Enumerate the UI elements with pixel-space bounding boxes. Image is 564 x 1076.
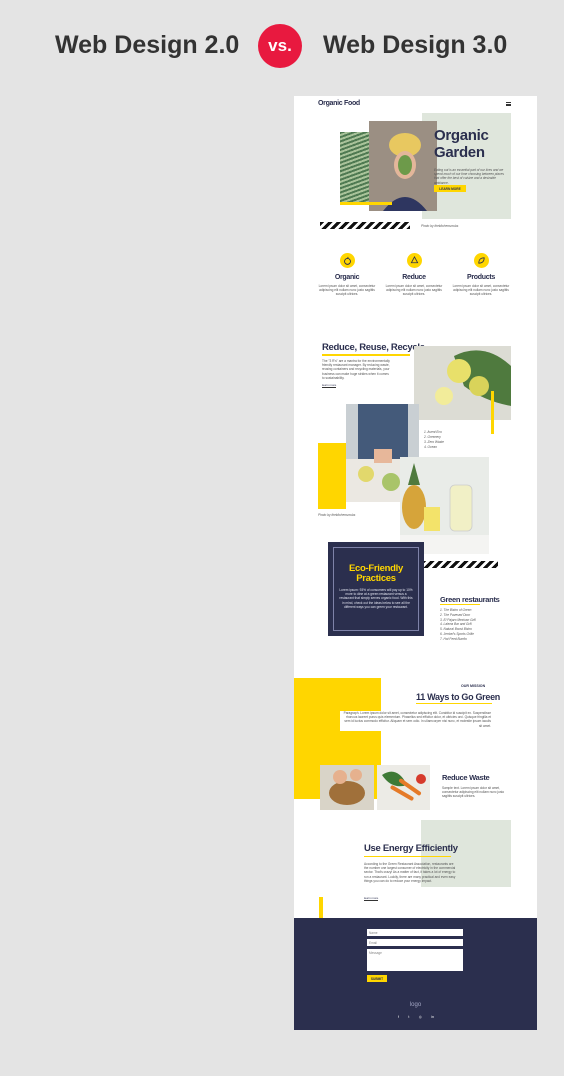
brand-logo[interactable]: Organic Food <box>318 100 360 107</box>
bread-basket-image <box>320 765 374 810</box>
mission-text: Paragraph. Lorem ipsum dolor sit amet, c… <box>343 711 491 728</box>
rrr-text: The "3 R's" are a mantra for the environ… <box>322 359 390 380</box>
pineapple-lemonade-image <box>400 457 489 554</box>
feature-text: Lorem ipsum dolor sit amet, consectetur … <box>452 284 510 297</box>
rrr-photo-credit[interactable]: Photo by thekitchenscrubs <box>318 513 355 517</box>
eco-text: Lorem ipsum: 93% of consumers will pay u… <box>339 588 413 609</box>
rrr-yellow-block <box>318 443 346 509</box>
rrr-learn-more-link[interactable]: learn more <box>322 383 337 388</box>
energy-underline <box>364 856 451 858</box>
vegetables-image <box>377 765 430 810</box>
hero-photo-credit[interactable]: Photo by thekitchenscrubs <box>421 224 458 228</box>
reduce-waste-title: Reduce Waste <box>442 773 490 782</box>
rrr-list: 1. Avent Eco 2. Greenery 3. Zero Waste 4. O… <box>424 430 444 449</box>
feature-title: Products <box>467 274 495 281</box>
feature-text: Lorem ipsum dolor sit amet, consectetur … <box>385 284 443 297</box>
eco-title: Eco-Friendly Practices <box>349 563 403 584</box>
name-input[interactable]: Name <box>367 929 463 936</box>
instagram-icon[interactable]: ◎ <box>419 1015 422 1019</box>
feature-organic: Organic Lorem ipsum dolor sit amet, cons… <box>317 253 377 297</box>
rrr-stripe-bar <box>422 561 498 568</box>
message-textarea[interactable]: Message <box>367 949 463 971</box>
energy-learn-more-link[interactable]: learn more <box>364 896 379 901</box>
energy-text: According to the Green Restaurant Associ… <box>364 862 456 883</box>
right-title: Web Design 3.0 <box>323 31 508 59</box>
hero-stripe-bar <box>320 222 410 229</box>
footer-logo[interactable]: logo <box>294 1002 537 1008</box>
feature-title: Reduce <box>402 274 426 281</box>
eco-card: Eco-Friendly Practices Lorem ipsum: 93% o… <box>328 542 424 636</box>
mission-title: 11 Ways to Go Green <box>416 692 500 702</box>
rrr-title: Reduce, Reuse, Recycle <box>322 342 425 353</box>
mission-label: OUR MISSION <box>461 684 486 688</box>
web-page-mockup: Organic Food Organic Garden Eating out is… <box>294 96 537 1030</box>
feature-text: Lorem ipsum dolor sit amet, consectetur … <box>318 284 376 297</box>
mission-underline <box>416 703 492 705</box>
lemons-image <box>414 346 511 420</box>
facebook-icon[interactable]: f <box>398 1015 399 1019</box>
feature-products: Products Lorem ipsum dolor sit amet, con… <box>451 253 511 297</box>
vs-badge: vs. <box>258 24 302 68</box>
hero-title: Organic Garden <box>434 127 489 161</box>
hamburger-icon[interactable] <box>506 102 511 106</box>
linkedin-icon[interactable]: in <box>431 1015 434 1019</box>
left-title: Web Design 2.0 <box>55 31 240 59</box>
submit-button[interactable]: SUBMIT <box>367 975 387 982</box>
leaf-icon <box>473 253 489 268</box>
green-restaurants-title: Green restaurants <box>440 595 500 604</box>
energy-title: Use Energy Efficiently <box>364 843 458 854</box>
twitter-icon[interactable]: t <box>408 1015 409 1019</box>
recycle-icon <box>406 253 422 268</box>
reduce-waste-text: Sample text. Lorem ipsum dolor sit amet,… <box>442 786 505 799</box>
feature-title: Organic <box>334 274 360 281</box>
hero-portrait-image <box>369 121 437 211</box>
email-input[interactable]: Email <box>367 939 463 946</box>
learn-more-button[interactable]: LEARN MORE <box>434 185 466 192</box>
rrr-underline <box>322 354 410 356</box>
social-links: f t ◎ in <box>398 1015 434 1019</box>
footer: Name Email Message SUBMIT logo f t ◎ in <box>294 918 537 1030</box>
green-restaurants-underline <box>440 604 480 606</box>
green-restaurants-list: 1. The Bistro of Green 2. The Pavesed Doo… <box>440 608 476 641</box>
apple-icon <box>339 253 355 268</box>
feature-reduce: Reduce Lorem ipsum dolor sit amet, conse… <box>384 253 444 297</box>
hero-text: Eating out is an essential part of our l… <box>434 168 504 185</box>
hero-yellow-bar <box>340 202 392 205</box>
lemons-yellow-bar <box>491 391 494 434</box>
